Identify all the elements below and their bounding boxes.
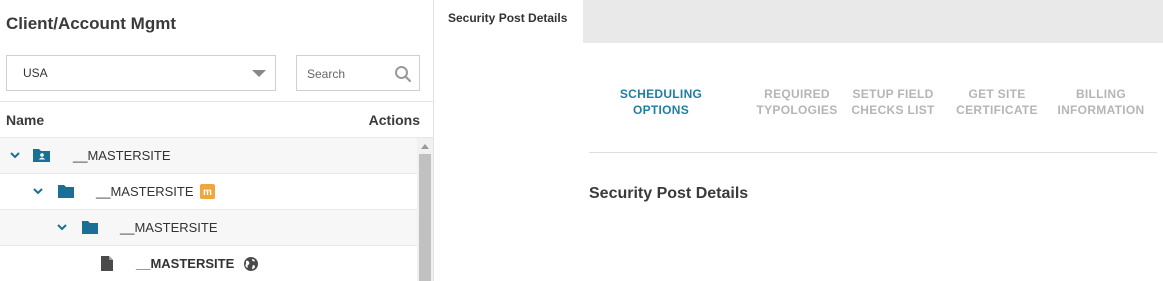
search-placeholder: Search (307, 67, 346, 81)
step-label-line1: BILLING (1075, 87, 1127, 101)
tab-bar: Security Post Details (435, 0, 1163, 43)
search-input[interactable]: Search (296, 55, 420, 91)
badge-text: m (203, 187, 212, 198)
tab-security-post-details[interactable]: Security Post Details (435, 0, 583, 43)
step-label-line1: SETUP FIELD (852, 87, 934, 101)
step-get-site-certificate[interactable]: GET SITE CERTIFICATE (951, 86, 1043, 118)
chevron-down-icon[interactable] (56, 222, 68, 232)
site-tree: __MASTERSITE __MASTERSITE m __MASTERSITE… (0, 138, 417, 281)
tree-item-label: __MASTERSITE (136, 256, 235, 271)
tree-row[interactable]: __MASTERSITE m (0, 174, 417, 210)
tree-row[interactable]: __MASTERSITE (0, 138, 417, 174)
panel-title: Client/Account Mgmt (6, 14, 176, 33)
step-label-line1: SCHEDULING (619, 87, 703, 101)
step-scheduling-options[interactable]: SCHEDULING OPTIONS (597, 86, 725, 118)
document-icon (101, 256, 113, 271)
search-icon[interactable] (394, 65, 412, 83)
step-billing-information[interactable]: BILLING INFORMATION (1051, 86, 1151, 118)
chevron-down-icon[interactable] (32, 186, 44, 196)
folder-icon (82, 221, 98, 234)
step-required-typologies[interactable]: REQUIRED TYPOLOGIES (753, 86, 841, 118)
tree-item-label: __MASTERSITE (73, 148, 171, 163)
step-label-line2: INFORMATION (1057, 103, 1145, 117)
tree-header: Name Actions (0, 101, 433, 138)
scroll-thumb[interactable] (419, 154, 431, 281)
globe-icon[interactable] (243, 256, 259, 272)
column-header-name: Name (6, 112, 45, 128)
m-badge-icon: m (200, 184, 215, 199)
step-label-line1: REQUIRED (764, 87, 830, 101)
step-label-line2: CHECKS LIST (851, 103, 935, 117)
step-label-line2: CERTIFICATE (956, 103, 1038, 117)
tree-item-label: __MASTERSITE (120, 220, 218, 235)
step-setup-field-checks-list[interactable]: SETUP FIELD CHECKS LIST (847, 86, 939, 118)
caret-down-icon (252, 70, 266, 77)
section-title: Security Post Details (589, 185, 749, 202)
step-label-line2: TYPOLOGIES (756, 103, 838, 117)
step-label-line1: GET SITE (968, 87, 1026, 101)
folder-icon (58, 185, 74, 198)
tree-scrollbar[interactable] (417, 138, 433, 281)
region-select-value: USA (23, 66, 48, 80)
step-label-line2: OPTIONS (632, 103, 690, 117)
column-header-actions: Actions (368, 112, 420, 128)
workflow-steps: SCHEDULING OPTIONS REQUIRED TYPOLOGIES S… (589, 86, 1157, 153)
tree-item-label: __MASTERSITE (96, 184, 194, 199)
tree-row[interactable]: __MASTERSITE (0, 246, 417, 281)
scroll-up-arrow-icon[interactable] (421, 144, 429, 149)
chevron-down-icon[interactable] (9, 150, 21, 160)
tab-label: Security Post Details (448, 11, 568, 25)
client-account-panel: Client/Account Mgmt USA Search Name Acti… (0, 0, 434, 281)
region-select[interactable]: USA (6, 55, 276, 91)
tree-row[interactable]: __MASTERSITE (0, 210, 417, 246)
account-folder-icon (33, 149, 50, 162)
